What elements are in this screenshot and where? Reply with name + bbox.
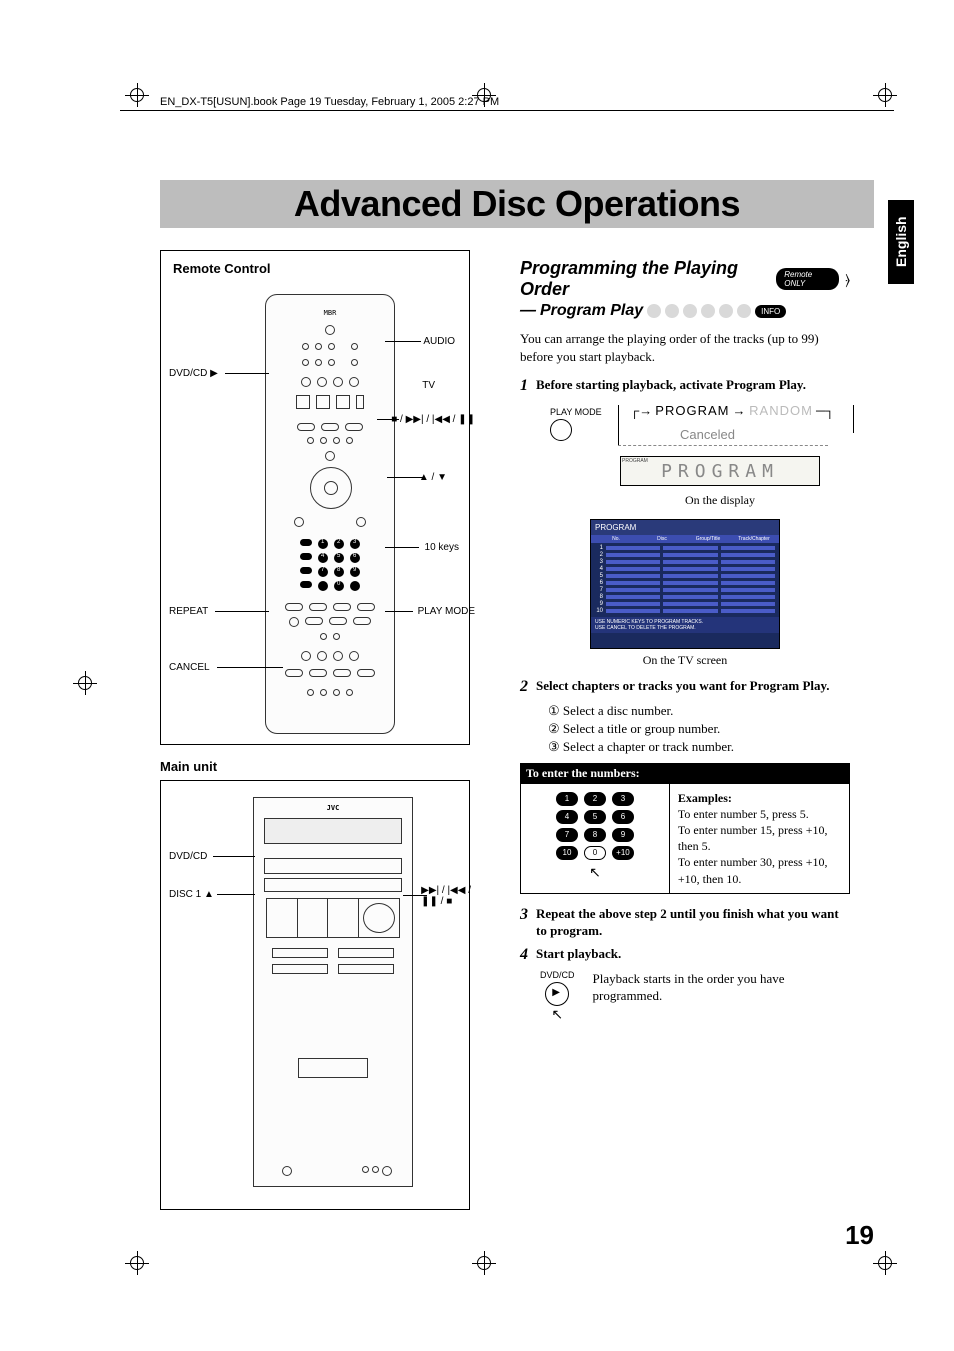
play-mode-caption: PLAY MODE xyxy=(550,407,602,417)
stop-next-label: ■ / ▶▶| / |◀◀ / ❚❚ xyxy=(391,414,475,425)
key-4: 4 xyxy=(556,810,578,824)
key-10: 10 xyxy=(556,846,578,860)
format-dot xyxy=(737,304,751,318)
key-3: 3 xyxy=(612,792,634,806)
step-4-text: Start playback. xyxy=(536,946,621,964)
ten-keys-label: 10 keys xyxy=(425,542,459,553)
step-3-number: 3 xyxy=(520,906,528,940)
tv-program-title: PROGRAM xyxy=(591,520,779,535)
tv-label: TV xyxy=(422,380,435,391)
section-title: Programming the Playing Order xyxy=(520,258,770,300)
updown-label: ▲ / ▼ xyxy=(419,472,447,483)
crop-mark xyxy=(878,88,892,105)
program-state: PROGRAM xyxy=(655,403,729,418)
substep-3: ③ Select a chapter or track number. xyxy=(548,738,850,756)
audio-label: AUDIO xyxy=(423,336,455,347)
mbr-label: MBR xyxy=(266,309,394,317)
dvdcd-play-label: DVD/CD ▶ xyxy=(169,368,218,379)
crop-mark xyxy=(78,676,92,693)
page-number: 19 xyxy=(845,1220,874,1251)
subtitle-dash: — xyxy=(520,302,536,320)
doc-meta-line: EN_DX-T5[USUN].book Page 19 Tuesday, Feb… xyxy=(160,96,499,108)
key-9: 9 xyxy=(612,828,634,842)
dvdcd-play-label-small: DVD/CD xyxy=(540,970,575,980)
example-1: To enter number 5, press 5. xyxy=(678,806,841,822)
step-4-number: 4 xyxy=(520,946,528,964)
info-badge: INFO xyxy=(755,305,786,318)
crop-mark xyxy=(130,1256,144,1273)
format-dot xyxy=(719,304,733,318)
enter-numbers-table: 1 2 3 4 5 6 7 8 9 10 0 +10 xyxy=(520,784,850,894)
intro-text: You can arrange the playing order of the… xyxy=(520,330,850,365)
signal-icon: ⦒ xyxy=(845,271,850,288)
example-3: To enter number 30, press +10, +10, then… xyxy=(678,854,841,886)
substep-2: ② Select a title or group number. xyxy=(548,720,850,738)
canceled-state: Canceled xyxy=(680,427,735,442)
tv-caption: On the TV screen xyxy=(590,653,780,668)
remote-control-heading: Remote Control xyxy=(173,261,457,276)
page-title-bar: Advanced Disc Operations xyxy=(160,180,874,228)
random-state: RANDOM xyxy=(749,403,813,418)
main-right-label: ▶▶| / |◀◀ / ❚❚ / ■ xyxy=(421,885,471,907)
tv-header-group: Group/Title xyxy=(685,536,731,542)
key-8: 8 xyxy=(584,828,606,842)
dvdcd-play-icon: DVD/CD ↖ xyxy=(540,970,575,1023)
lcd-mode-label: PROGRAM xyxy=(622,458,648,464)
play-mode-label: PLAY MODE xyxy=(418,606,475,617)
main-unit-illustration: JVC xyxy=(253,797,413,1187)
format-dot xyxy=(683,304,697,318)
key-6: 6 xyxy=(612,810,634,824)
main-dvdcd-label: DVD/CD xyxy=(169,851,207,862)
tv-header-track: Track/Chapter xyxy=(731,536,777,542)
header-rule xyxy=(120,110,894,111)
enter-numbers-header: To enter the numbers: xyxy=(520,763,850,784)
key-7: 7 xyxy=(556,828,578,842)
key-0: 0 xyxy=(584,846,606,860)
key-1: 1 xyxy=(556,792,578,806)
tv-footer-2: USE CANCEL TO DELETE THE PROGRAM. xyxy=(595,625,775,631)
display-caption: On the display xyxy=(630,493,810,508)
repeat-label: REPEAT xyxy=(169,606,208,617)
tv-header-disc: Disc xyxy=(639,536,685,542)
tv-header-no: No. xyxy=(593,536,639,542)
example-2: To enter number 15, press +10, then 5. xyxy=(678,822,841,854)
step-1-number: 1 xyxy=(520,377,528,395)
main-unit-box: JVC xyxy=(160,780,470,1210)
disc1-label: DISC 1 ▲ xyxy=(169,889,214,900)
language-tab: English xyxy=(888,200,914,284)
crop-mark xyxy=(878,1256,892,1273)
crop-mark xyxy=(477,88,491,105)
key-plus10: +10 xyxy=(612,846,634,860)
examples-heading: Examples: xyxy=(678,790,841,806)
step-3-text: Repeat the above step 2 until you finish… xyxy=(536,906,850,940)
remote-only-badge: Remote ONLY xyxy=(776,268,839,290)
keypad-illustration: 1 2 3 4 5 6 7 8 9 10 0 +10 xyxy=(521,784,670,893)
press-icon: ↖ xyxy=(589,864,601,880)
crop-mark xyxy=(477,1256,491,1273)
step-1-text: Before starting playback, activate Progr… xyxy=(536,377,806,395)
subtitle-text: Program Play xyxy=(540,302,643,320)
step-2-text: Select chapters or tracks you want for P… xyxy=(536,678,830,696)
jvc-logo: JVC xyxy=(254,804,412,812)
step-2-number: 2 xyxy=(520,678,528,696)
format-dot xyxy=(701,304,715,318)
remote-illustration: MBR 123 456 789 0 xyxy=(265,294,395,734)
substep-1: ① Select a disc number. xyxy=(548,702,850,720)
remote-control-box: Remote Control MBR xyxy=(160,250,470,745)
main-unit-heading: Main unit xyxy=(160,759,470,774)
playback-description: Playback starts in the order you have pr… xyxy=(593,970,850,1005)
mode-flow-diagram: PLAY MODE ┌→ PROGRAM → RANDOM ─┐ Cancele… xyxy=(550,401,850,511)
lcd-display: PROGRAM xyxy=(620,456,820,486)
key-2: 2 xyxy=(584,792,606,806)
format-dot xyxy=(665,304,679,318)
key-5: 5 xyxy=(584,810,606,824)
tv-screen-diagram: PROGRAM No. Disc Group/Title Track/Chapt… xyxy=(590,519,780,649)
page-title: Advanced Disc Operations xyxy=(294,183,740,225)
crop-mark xyxy=(130,88,144,105)
format-dot xyxy=(647,304,661,318)
cancel-label: CANCEL xyxy=(169,662,210,673)
